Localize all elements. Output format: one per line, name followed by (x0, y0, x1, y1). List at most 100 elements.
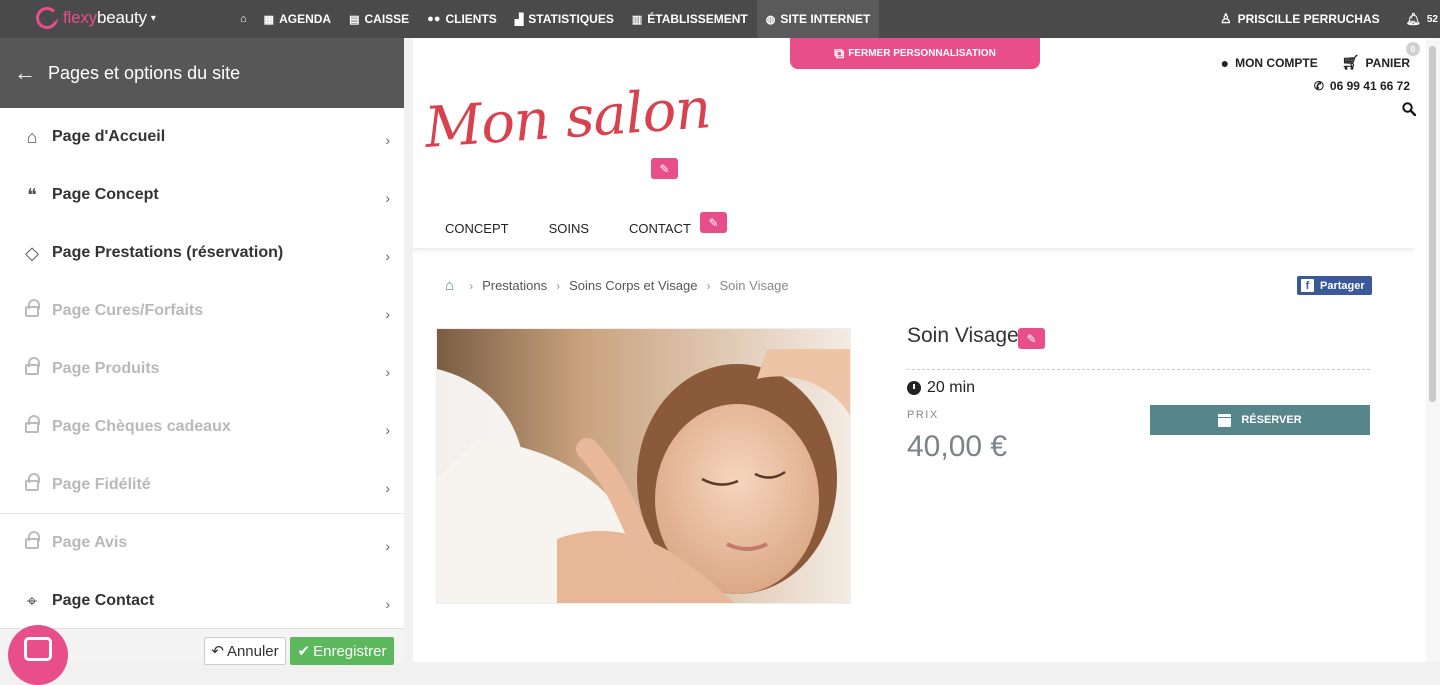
nav-site-internet[interactable]: ◍ SITE INTERNET (756, 0, 880, 38)
edit-icon: ✎ (659, 161, 670, 176)
menu-item-prestations[interactable]: ◇ Page Prestations (réservation) › (0, 224, 404, 282)
notifications-button[interactable]: 🔔︎ 52 (1406, 12, 1438, 26)
chat-icon (24, 637, 52, 661)
facebook-icon: f (1301, 279, 1314, 292)
back-arrow-icon[interactable]: ← (14, 60, 36, 86)
chevron-right-icon: › (385, 596, 390, 612)
chevron-right-icon: › (385, 480, 390, 496)
chevron-right-icon: › (385, 364, 390, 380)
clock-icon (907, 381, 921, 395)
salon-logo[interactable]: Mon salon (423, 76, 713, 161)
menu-item-cheques-cadeaux[interactable]: Page Chèques cadeaux › (0, 398, 404, 456)
quote-icon: ❝ (27, 184, 37, 205)
chart-icon: ▟ (514, 13, 524, 26)
chevron-right-icon: › (385, 132, 390, 148)
breadcrumb: ⌂ › Prestations › Soins Corps et Visage … (445, 277, 789, 294)
user-menu[interactable]: ♙ PRISCILLE PERRUCHAS (1220, 11, 1380, 27)
nav-agenda[interactable]: ▦ AGENDA (255, 0, 340, 38)
globe-icon: ◍ (765, 13, 776, 26)
menu-item-cures-forfaits[interactable]: Page Cures/Forfaits › (0, 282, 404, 340)
divider (907, 369, 1370, 370)
nav-statistiques[interactable]: ▟ STATISTIQUES (506, 0, 623, 38)
site-pages-panel: ← Pages et options du site ⌂ Page d'Accu… (0, 38, 404, 665)
product-photo (436, 328, 851, 604)
calendar-icon (1218, 413, 1232, 427)
user-icon: ● (1220, 54, 1230, 71)
edit-icon: ✎ (708, 215, 719, 230)
phone-icon: ✆ (1313, 79, 1324, 93)
chevron-right-icon: › (385, 248, 390, 264)
cancel-button[interactable]: ↶ Annuler (204, 637, 286, 665)
nav-caisse[interactable]: ▤ CAISSE (340, 0, 418, 38)
product-title: Soin Visage (907, 324, 1019, 347)
chevron-right-icon: › (385, 306, 390, 322)
facial-treatment-image (437, 329, 850, 603)
site-nav: CONCEPT SOINS CONTACT (445, 221, 731, 236)
breadcrumb-current: Soin Visage (719, 278, 789, 293)
site-nav-contact[interactable]: CONTACT (629, 221, 691, 236)
close-customization-button[interactable]: ⧉ FERMER PERSONNALISATION (790, 38, 1040, 69)
panel-title: Pages et options du site (48, 62, 241, 83)
save-button[interactable]: ✔ Enregistrer (290, 637, 394, 665)
nav-home[interactable]: ⌂ (232, 0, 255, 38)
undo-icon: ↶ (211, 643, 224, 660)
edit-product-button[interactable]: ✎ (1018, 328, 1045, 349)
external-link-icon: ⧉ (834, 45, 845, 61)
home-icon[interactable]: ⌂ (445, 277, 454, 294)
chevron-down-icon: ▾ (150, 12, 156, 24)
users-icon: ●● (427, 13, 441, 25)
duration: 20 min (907, 379, 975, 397)
menu-item-fidelite[interactable]: Page Fidélité › (0, 456, 404, 514)
calendar-icon: ▦ (263, 13, 275, 26)
search-icon[interactable] (1402, 102, 1416, 116)
scrollbar-thumb[interactable] (1429, 46, 1436, 402)
site-preview: ⧉ FERMER PERSONNALISATION ● MON COMPTE 🛒︎… (413, 38, 1426, 662)
phone-number[interactable]: ✆ 06 99 41 66 72 (1314, 79, 1410, 93)
cart-link[interactable]: 🛒︎ PANIER 0 (1341, 42, 1420, 71)
chat-widget-button[interactable] (8, 625, 68, 685)
site-nav-concept[interactable]: CONCEPT (445, 221, 509, 236)
user-area: ♙ PRISCILLE PERRUCHAS 🔔︎ 52 (1220, 0, 1440, 38)
chevron-right-icon: › (385, 422, 390, 438)
lock-icon (21, 531, 43, 554)
bell-icon: 🔔︎ (1405, 12, 1421, 26)
tag-icon: ◇ (25, 242, 39, 263)
chevron-right-icon: › (385, 538, 390, 554)
reserve-button[interactable]: RÉSERVER (1150, 405, 1370, 435)
logo-text: flexybeauty (63, 8, 147, 27)
site-nav-soins[interactable]: SOINS (549, 221, 589, 236)
top-navigation-bar: flexybeauty ▾ ⌂ ▦ AGENDA ▤ CAISSE ●● CLIENT… (0, 0, 1440, 38)
flexybeauty-logo[interactable]: flexybeauty ▾ (36, 6, 156, 30)
user-icon: ♙ (1219, 11, 1232, 26)
menu-item-contact[interactable]: ⌖ Page Contact › (0, 572, 404, 630)
nav-etablissement[interactable]: ▥ ÉTABLISSEMENT (623, 0, 757, 38)
chevron-right-icon: › (385, 190, 390, 206)
account-area: ● MON COMPTE 🛒︎ PANIER 0 (1221, 42, 1420, 71)
menu-item-accueil[interactable]: ⌂ Page d'Accueil › (0, 108, 404, 166)
nav-clients[interactable]: ●● CLIENTS (418, 0, 506, 38)
edit-menu-button[interactable]: ✎ (700, 212, 727, 233)
lock-icon (21, 473, 43, 496)
home-icon: ⌂ (240, 13, 247, 25)
map-pin-icon: ⌖ (26, 590, 38, 611)
chevron-right-icon: › (556, 278, 561, 293)
breadcrumb-soins-corps-visage[interactable]: Soins Corps et Visage (569, 278, 697, 293)
breadcrumb-prestations[interactable]: Prestations (482, 278, 547, 293)
cart-icon: 🛒︎ (1341, 54, 1360, 70)
menu-item-produits[interactable]: Page Produits › (0, 340, 404, 398)
cart-count-badge: 0 (1406, 42, 1420, 56)
lock-icon (21, 415, 43, 438)
lock-icon (21, 299, 43, 322)
chevron-right-icon: › (706, 278, 711, 293)
home-outline-icon: ⌂ (26, 126, 38, 147)
money-icon: ▤ (349, 13, 360, 26)
store-icon: ▥ (631, 13, 643, 26)
account-link[interactable]: ● MON COMPTE (1221, 55, 1318, 71)
menu-item-concept[interactable]: ❝ Page Concept › (0, 166, 404, 224)
chevron-right-icon: › (469, 278, 474, 293)
edit-logo-button[interactable]: ✎ (651, 158, 678, 179)
menu-item-avis[interactable]: Page Avis › (0, 514, 404, 572)
panel-header: ← Pages et options du site (0, 38, 404, 108)
preview-scrollbar[interactable] (1426, 38, 1440, 662)
facebook-share-button[interactable]: f Partager (1297, 276, 1372, 295)
